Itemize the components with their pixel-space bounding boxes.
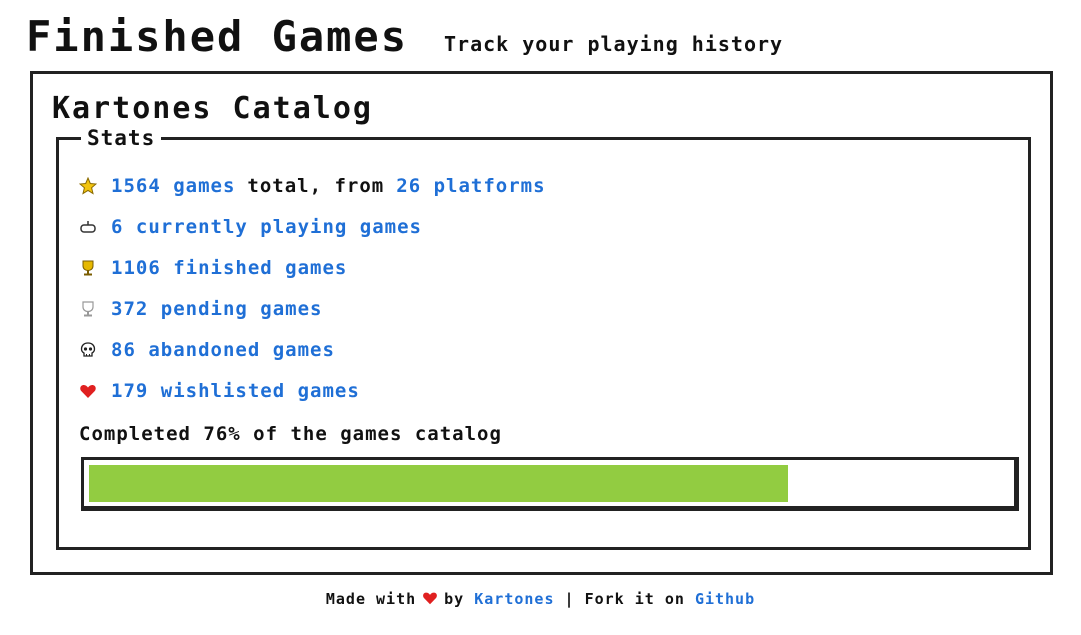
footer-fork-text: Fork it on <box>584 590 685 608</box>
stat-currently-playing: 6 currently playing games <box>79 216 422 238</box>
heart-icon <box>79 382 97 400</box>
footer-separator: | <box>564 590 575 608</box>
catalog-title: Kartones Catalog <box>52 91 373 126</box>
footer-author-link[interactable]: Kartones <box>474 590 554 608</box>
platforms-link[interactable]: 26 platforms <box>396 175 545 197</box>
footer-github-link[interactable]: Github <box>695 590 755 608</box>
completion-progress-fill <box>89 465 788 502</box>
pending-trophy-icon <box>79 300 97 318</box>
trophy-icon <box>79 259 97 277</box>
total-games-mid-text: total, from <box>247 175 385 197</box>
gamepad-icon <box>79 218 97 236</box>
stats-fieldset: Stats 1564 games total, from 26 platform… <box>56 126 1031 550</box>
skull-icon <box>79 341 97 359</box>
stat-abandoned: 86 abandoned games <box>79 339 335 361</box>
stat-wishlisted: 179 wishlisted games <box>79 380 360 402</box>
finished-games-link[interactable]: 1106 finished games <box>111 257 347 279</box>
currently-playing-link[interactable]: 6 currently playing games <box>111 216 422 238</box>
heart-icon <box>422 590 438 610</box>
site-title: Finished Games <box>26 12 409 61</box>
site-subtitle: Track your playing history <box>444 32 784 56</box>
footer-by: by <box>444 590 465 608</box>
total-games-link[interactable]: 1564 games <box>111 175 235 197</box>
catalog-panel: Kartones Catalog Stats 1564 games total,… <box>30 71 1053 575</box>
wishlisted-games-link[interactable]: 179 wishlisted games <box>111 380 360 402</box>
star-icon <box>79 177 97 195</box>
completion-progress-bar <box>81 457 1019 511</box>
abandoned-games-link[interactable]: 86 abandoned games <box>111 339 335 361</box>
stats-legend: Stats <box>81 126 162 150</box>
footer: Made with by Kartones | Fork it on Github <box>0 590 1081 610</box>
stat-finished: 1106 finished games <box>79 257 347 279</box>
pending-games-link[interactable]: 372 pending games <box>111 298 322 320</box>
completion-label: Completed 76% of the games catalog <box>79 423 502 445</box>
header: Finished Games Track your playing histor… <box>26 12 783 62</box>
stat-total-games: 1564 games total, from 26 platforms <box>79 175 546 197</box>
footer-made-with: Made with <box>325 590 417 608</box>
stat-pending: 372 pending games <box>79 298 322 320</box>
